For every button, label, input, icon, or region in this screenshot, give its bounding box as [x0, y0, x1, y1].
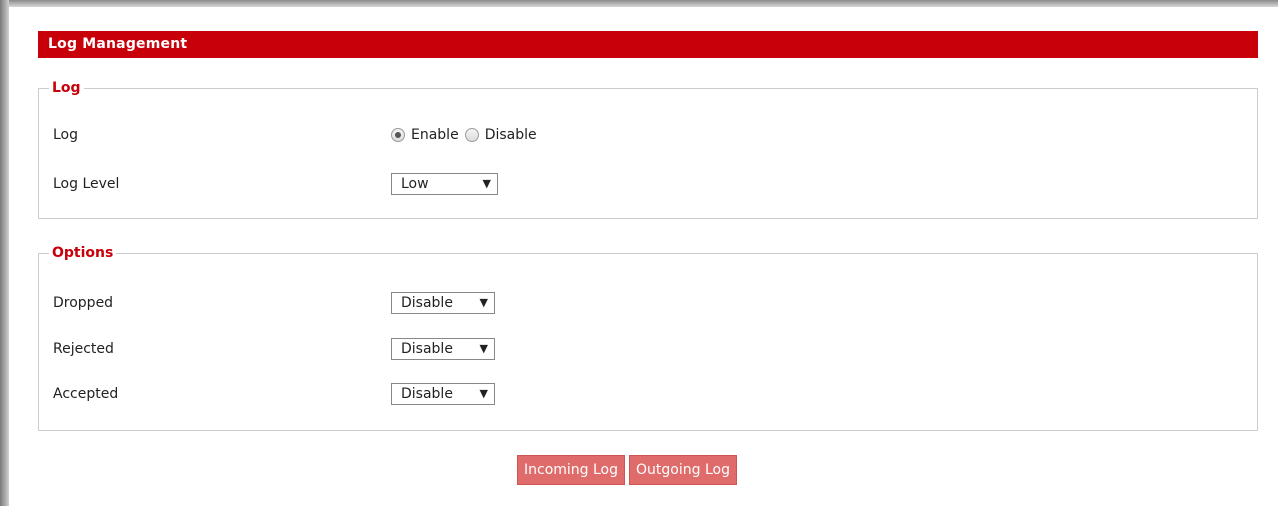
log-disable-radio[interactable]	[464, 128, 479, 142]
window-frame-left	[0, 0, 9, 506]
chevron-down-icon: ▼	[479, 296, 488, 309]
accepted-label: Accepted	[53, 386, 119, 402]
log-enable-radio[interactable]	[391, 128, 405, 142]
rejected-value: Disable	[401, 341, 453, 357]
log-radio-group: Enable Disable	[391, 123, 543, 147]
log-disable-label[interactable]: Disable	[485, 123, 537, 147]
chevron-down-icon: ▼	[479, 342, 488, 355]
accepted-select[interactable]: Disable ▼	[391, 383, 495, 405]
dropped-row: Dropped Disable ▼	[53, 291, 1233, 315]
chevron-down-icon: ▼	[479, 387, 488, 400]
options-legend: Options	[52, 245, 114, 261]
log-level-select[interactable]: Low ▼	[391, 173, 498, 195]
log-level-value: Low	[401, 176, 429, 192]
log-level-row: Log Level Low ▼	[53, 172, 1233, 196]
dropped-control: Disable ▼	[391, 291, 495, 315]
log-row: Log Enable Disable	[53, 123, 1233, 147]
rejected-row: Rejected Disable ▼	[53, 337, 1233, 361]
rejected-control: Disable ▼	[391, 337, 495, 361]
log-enable-label[interactable]: Enable	[411, 123, 459, 147]
chevron-down-icon: ▼	[482, 177, 491, 190]
accepted-control: Disable ▼	[391, 382, 495, 406]
rejected-label: Rejected	[53, 341, 114, 357]
dropped-select[interactable]: Disable ▼	[391, 292, 495, 314]
accepted-row: Accepted Disable ▼	[53, 382, 1233, 406]
button-bar: Incoming Log Outgoing Log	[517, 455, 737, 485]
page-content: Log Management Log Log Enable Disable Lo…	[38, 0, 1258, 506]
log-label: Log	[53, 127, 79, 143]
options-fieldset: Options Dropped Disable ▼ Rejected Disab…	[38, 245, 1258, 431]
incoming-log-button[interactable]: Incoming Log	[517, 455, 626, 485]
log-level-control: Low ▼	[391, 172, 498, 196]
log-fieldset: Log Log Enable Disable Log Level Low ▼	[38, 80, 1258, 219]
rejected-select[interactable]: Disable ▼	[391, 338, 495, 360]
outgoing-log-button[interactable]: Outgoing Log	[629, 455, 737, 485]
accepted-value: Disable	[401, 386, 453, 402]
page-title: Log Management	[38, 31, 1258, 58]
dropped-value: Disable	[401, 295, 453, 311]
dropped-label: Dropped	[53, 295, 114, 311]
log-legend: Log	[52, 80, 81, 96]
log-level-label: Log Level	[53, 176, 120, 192]
